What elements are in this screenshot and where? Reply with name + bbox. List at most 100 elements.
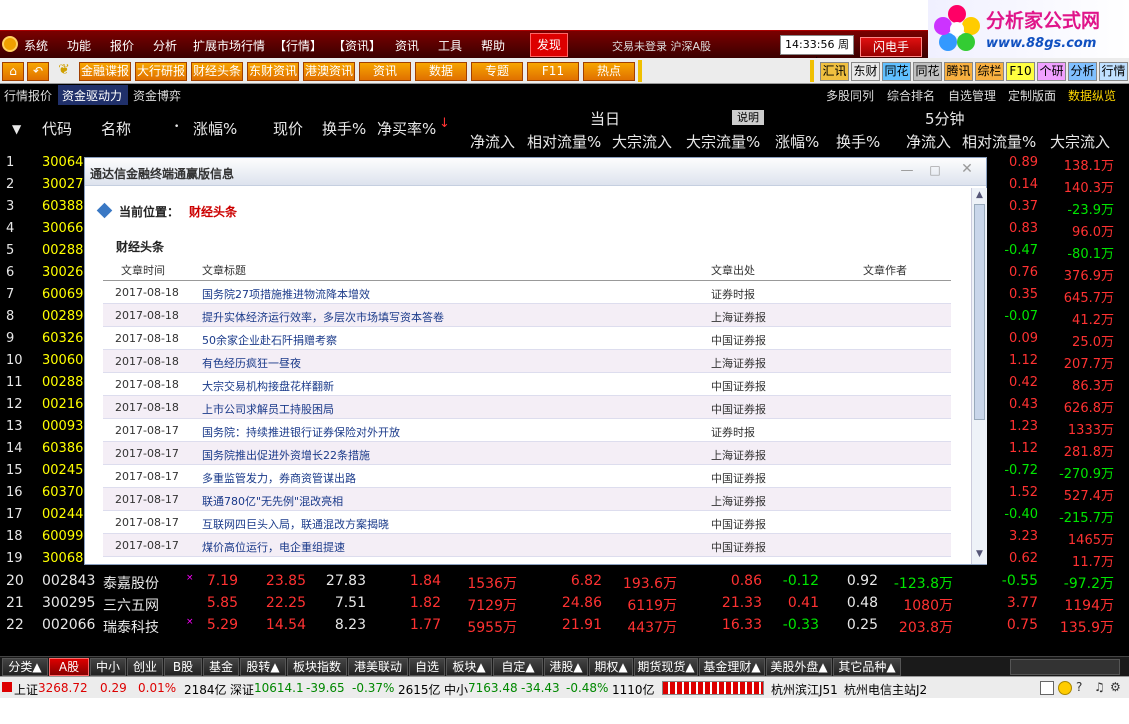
article-row[interactable]: 2017-08-18 提升实体经济运行效率，多层次市场填写资本答卷 上海证券报 <box>103 304 951 327</box>
market-tab[interactable]: 基金理财▲ <box>699 658 765 676</box>
market-tab[interactable]: 自选 <box>409 658 445 676</box>
stock-name[interactable]: 泰嘉股份 <box>103 573 159 593</box>
col-price[interactable]: 现价 <box>273 118 303 139</box>
article-row[interactable]: 2017-08-18 上市公司求解员工持股困局 中国证券报 <box>103 396 951 419</box>
bell-icon[interactable]: ♫ <box>1094 680 1108 696</box>
stock-code[interactable]: 30060 <box>42 353 83 368</box>
stock-code[interactable]: 002843 <box>42 573 95 589</box>
scroll-down-icon[interactable]: ▼ <box>974 549 985 560</box>
app-logo-icon[interactable] <box>2 36 18 52</box>
toolbar-quick-button[interactable]: 分析 <box>1068 62 1097 81</box>
toolbar-quick-button[interactable]: 行情 <box>1099 62 1128 81</box>
toolbar-button[interactable]: 港澳资讯 <box>303 62 355 81</box>
dialog-titlebar[interactable]: 通达信金融终端通赢版信息 — □ ✕ <box>85 158 986 186</box>
article-title-link[interactable]: 国务院推出促进外资增长22条措施 <box>202 447 370 463</box>
article-title-link[interactable]: 提升实体经济运行效率，多层次市场填写资本答卷 <box>202 309 444 325</box>
market-tab[interactable]: 自定▲ <box>493 658 543 676</box>
menu-analysis[interactable]: 分析 <box>153 37 177 54</box>
toolbar-button[interactable]: 大行研报 <box>135 62 187 81</box>
toolbar-button[interactable]: 财经头条 <box>191 62 243 81</box>
article-row[interactable]: 2017-08-17 国务院：持续推进银行证券保险对外开放 证券时报 <box>103 419 951 442</box>
article-title-link[interactable]: 国务院27项措施推进物流降本增效 <box>202 286 370 302</box>
sort-down-icon[interactable]: ▼ <box>12 122 21 136</box>
market-tab[interactable]: 基金 <box>203 658 239 676</box>
market-tab[interactable]: 板块指数 <box>287 658 347 676</box>
toolbar-button[interactable]: 金融谍报 <box>79 62 131 81</box>
market-tab[interactable]: 板块▲ <box>446 658 492 676</box>
stock-code[interactable]: 00093 <box>42 419 83 434</box>
col-5m-change[interactable]: 涨幅% <box>775 131 819 152</box>
menu-discover[interactable]: 发现 <box>530 33 568 57</box>
scroll-up-icon[interactable]: ▲ <box>974 190 985 201</box>
menu-news[interactable]: 资讯 <box>395 37 419 54</box>
tab-quote[interactable]: 行情报价 <box>4 87 52 104</box>
stock-code[interactable]: 00289 <box>42 309 83 324</box>
toolbar-quick-button[interactable]: 个研 <box>1037 62 1066 81</box>
article-title-link[interactable]: 大宗交易机构接盘花样翻新 <box>202 378 334 394</box>
col-turnover[interactable]: 换手% <box>322 118 366 139</box>
stock-code[interactable]: 300295 <box>42 595 95 611</box>
menu-quote[interactable]: 报价 <box>110 37 134 54</box>
article-title-link[interactable]: 煤价高位运行，电企重组提速 <box>202 539 345 555</box>
home-icon[interactable]: ⌂ <box>2 62 24 81</box>
article-title-link[interactable]: 50余家企业赴石阡捐赠考察 <box>202 332 337 348</box>
col-block-inflow[interactable]: 大宗流入 <box>612 131 672 152</box>
article-row[interactable]: 2017-08-18 国务院27项措施推进物流降本增效 证券时报 <box>103 281 951 304</box>
col-block-flow[interactable]: 大宗流量% <box>686 131 760 152</box>
article-title-link[interactable]: 上市公司求解员工持股困局 <box>202 401 334 417</box>
col-code[interactable]: 代码 <box>42 118 72 139</box>
stock-code[interactable]: 00288 <box>42 375 83 390</box>
menu-system[interactable]: 系统 <box>24 37 48 54</box>
toolbar-button[interactable]: F11 <box>527 62 579 81</box>
tab-ranking[interactable]: 综合排名 <box>887 87 935 104</box>
stock-code[interactable]: 00288 <box>42 243 83 258</box>
market-tab[interactable]: 期权▲ <box>589 658 633 676</box>
article-row[interactable]: 2017-08-17 多重监管发力，券商资管谋出路 中国证券报 <box>103 465 951 488</box>
market-tab[interactable]: 创业 <box>127 658 163 676</box>
help-icon[interactable]: ? <box>1076 680 1090 696</box>
stock-code[interactable]: 30026 <box>42 265 83 280</box>
window-icon[interactable] <box>1040 681 1054 695</box>
article-title-link[interactable]: 互联网四巨头入局，联通混改方案揭晓 <box>202 516 389 532</box>
market-tab[interactable]: 分类▲ <box>2 658 48 676</box>
tab-custom-layout[interactable]: 定制版面 <box>1008 87 1056 104</box>
stock-code[interactable]: 60388 <box>42 199 83 214</box>
butterfly-icon[interactable]: ❦ <box>52 62 76 81</box>
market-tab[interactable]: 其它品种▲ <box>833 658 901 676</box>
article-row[interactable]: 2017-08-18 有色经历疯狂一昼夜 上海证券报 <box>103 350 951 373</box>
market-tab[interactable]: 中小 <box>90 658 126 676</box>
col-change-pct[interactable]: 涨幅% <box>193 118 237 139</box>
server-1[interactable]: 杭州滨江J51 <box>771 681 838 698</box>
tab-watchlist-mgmt[interactable]: 自选管理 <box>948 87 996 104</box>
toolbar-quick-button[interactable]: 腾讯 <box>944 62 973 81</box>
col-name[interactable]: 名称 <box>101 118 131 139</box>
stock-code[interactable]: 00245 <box>42 463 83 478</box>
col-5m-net-inflow[interactable]: 净流入 <box>906 131 951 152</box>
market-tab[interactable]: 股转▲ <box>240 658 286 676</box>
article-title-link[interactable]: 联通780亿"无先例"混改亮相 <box>202 493 343 509</box>
market-tab[interactable]: 美股外盘▲ <box>766 658 832 676</box>
article-row[interactable]: 2017-08-18 大宗交易机构接盘花样翻新 中国证券报 <box>103 373 951 396</box>
toolbar-button[interactable]: 热点 <box>583 62 635 81</box>
col-net-inflow[interactable]: 净流入 <box>470 131 515 152</box>
dialog-scrollbar[interactable]: ▲ ▼ <box>971 188 987 564</box>
table-row[interactable]: 20 002843 泰嘉股份 × 7.19 23.85 27.83 1.84 1536万 6.82… <box>0 570 1129 592</box>
article-row[interactable]: 2017-08-17 煤价高位运行，电企重组提速 中国证券报 <box>103 534 951 557</box>
toolbar-button[interactable]: 数据 <box>415 62 467 81</box>
article-row[interactable]: 2017-08-18 50余家企业赴石阡捐赠考察 中国证券报 <box>103 327 951 350</box>
article-title-link[interactable]: 多重监管发力，券商资管谋出路 <box>202 470 356 486</box>
back-icon[interactable]: ↶ <box>27 62 49 81</box>
stock-code[interactable]: 00216 <box>42 397 83 412</box>
toolbar-button[interactable]: 专题 <box>471 62 523 81</box>
explain-button[interactable]: 说明 <box>732 110 764 125</box>
market-tab[interactable]: 港股▲ <box>544 658 588 676</box>
stock-name[interactable]: 三六五网 <box>103 595 159 615</box>
stock-code[interactable]: 60386 <box>42 441 83 456</box>
market-tab[interactable]: 期货现货▲ <box>634 658 698 676</box>
article-row[interactable]: 2017-08-17 联通780亿"无先例"混改亮相 上海证券报 <box>103 488 951 511</box>
toolbar-button[interactable]: 资讯 <box>359 62 411 81</box>
toolbar-button[interactable]: 东财资讯 <box>247 62 299 81</box>
tab-fund-driver[interactable]: 资金驱动力 <box>62 87 122 104</box>
tab-data-overview[interactable]: 数据纵览 <box>1068 87 1116 104</box>
stock-code[interactable]: 30064 <box>42 155 83 170</box>
